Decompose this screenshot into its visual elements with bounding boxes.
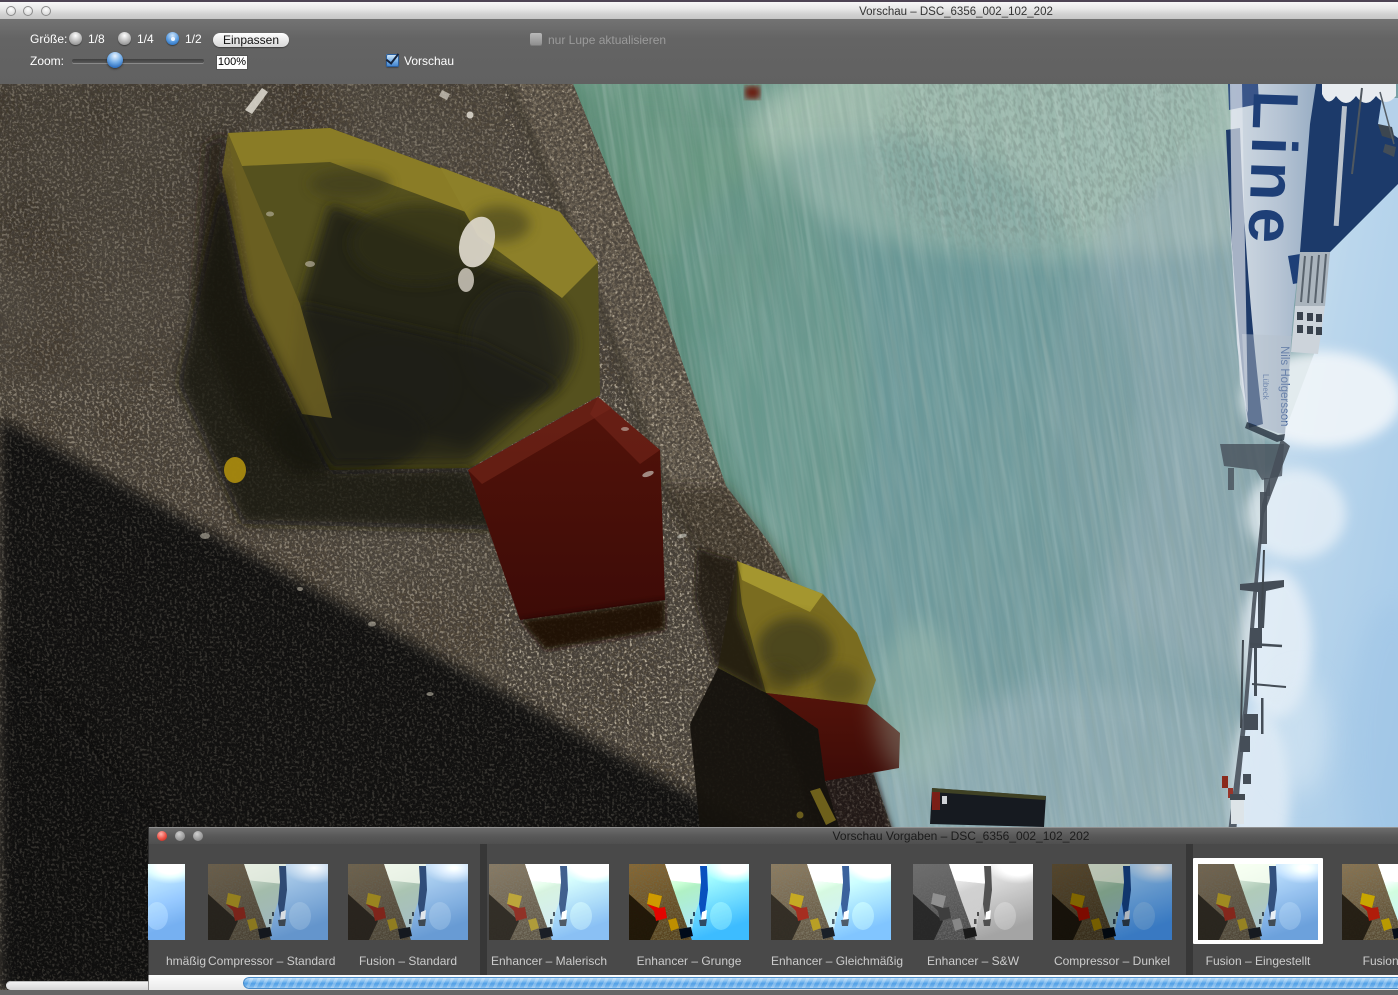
- svg-text:Line: Line: [1234, 90, 1312, 252]
